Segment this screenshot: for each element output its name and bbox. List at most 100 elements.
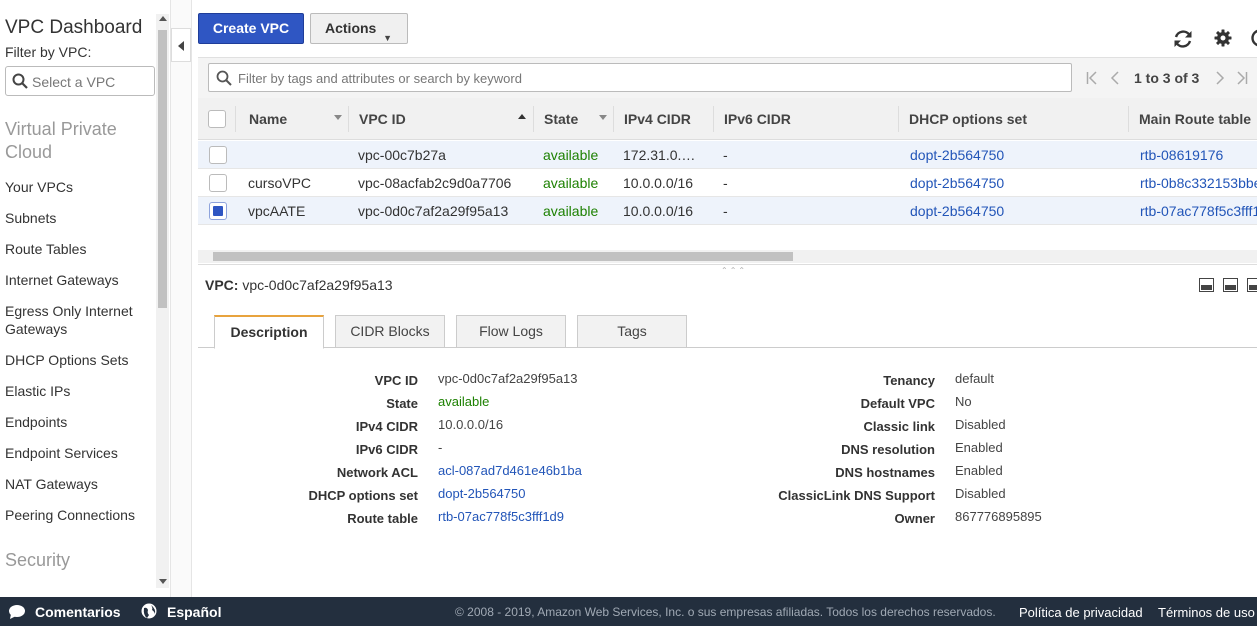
layout-bottom-panel-icon[interactable] [1199, 278, 1214, 292]
tab-cidr-blocks[interactable]: CIDR Blocks [335, 315, 445, 348]
row-checkbox[interactable] [209, 146, 227, 164]
column-header-ipv6-cidr[interactable]: IPv6 CIDR [724, 111, 791, 127]
detail-header: VPC: vpc-0d0c7af2a29f95a13 [205, 277, 393, 293]
column-header-main-route-table[interactable]: Main Route table [1139, 111, 1251, 127]
refresh-icon[interactable] [1172, 28, 1194, 50]
column-header-vpc-id[interactable]: VPC ID [359, 111, 406, 127]
cell-ipv6-cidr: - [723, 147, 728, 163]
layout-full-panel-icon[interactable] [1247, 278, 1257, 292]
vpc-filter-select[interactable]: Select a VPC [5, 66, 155, 96]
help-icon[interactable] [1251, 28, 1257, 48]
table-row[interactable]: cursoVPC vpc-08acfab2c9d0a7706 available… [198, 169, 1257, 197]
column-header-ipv4-cidr[interactable]: IPv4 CIDR [624, 111, 691, 127]
sidebar-title[interactable]: VPC Dashboard [5, 17, 142, 39]
value-vpc-id: vpc-0d0c7af2a29f95a13 [438, 371, 578, 386]
network-acl-link[interactable]: acl-087ad7d461e46b1ba [438, 463, 582, 478]
cell-route-table-link[interactable]: rtb-0b8c332153bbe [1140, 175, 1257, 191]
cell-route-table-link[interactable]: rtb-08619176 [1140, 147, 1223, 163]
panel-splitter[interactable] [198, 264, 1257, 265]
label-dhcp-options-set: DHCP options set [308, 488, 418, 503]
select-all-checkbox[interactable] [208, 110, 226, 128]
column-divider [713, 106, 714, 132]
first-page-icon[interactable] [1086, 71, 1098, 85]
sort-ascending-icon[interactable] [518, 114, 526, 119]
column-header-state[interactable]: State [544, 111, 578, 127]
feedback-link[interactable]: Comentarios [35, 604, 121, 620]
search-input[interactable]: Filter by tags and attributes or search … [208, 63, 1072, 92]
last-page-icon[interactable] [1236, 71, 1248, 85]
label-dns-hostnames: DNS hostnames [835, 465, 935, 480]
label-ipv6-cidr: IPv6 CIDR [355, 442, 418, 457]
filter-bar: Filter by tags and attributes or search … [198, 57, 1257, 98]
gear-icon[interactable] [1214, 29, 1232, 47]
sidebar-item-elastic-ips[interactable]: Elastic IPs [5, 382, 153, 400]
previous-page-icon[interactable] [1110, 71, 1119, 85]
sort-caret-icon[interactable] [599, 115, 607, 120]
sidebar-item-your-vpcs[interactable]: Your VPCs [5, 178, 153, 196]
cell-ipv4-cidr: 10.0.0.0/16 [623, 203, 694, 219]
sidebar-scrollbar[interactable] [156, 14, 169, 588]
drag-handle-icon[interactable]: ⌃⌃⌃ [721, 266, 747, 275]
label-vpc-id: VPC ID [374, 373, 418, 388]
cell-dhcp-options-link[interactable]: dopt-2b564750 [910, 203, 1004, 219]
vpc-console: VPC Dashboard Filter by VPC: Select a VP… [0, 0, 1257, 626]
filter-by-vpc-label: Filter by VPC: [5, 44, 92, 60]
layout-split-panel-icon[interactable] [1223, 278, 1238, 292]
row-checkbox-checked[interactable] [209, 202, 227, 220]
scrollbar-thumb[interactable] [158, 30, 167, 308]
actions-label: Actions [325, 20, 377, 36]
next-page-icon[interactable] [1216, 71, 1225, 85]
globe-icon [141, 603, 157, 619]
sidebar-item-internet-gateways[interactable]: Internet Gateways [5, 271, 153, 289]
value-ipv6-cidr: - [438, 440, 443, 455]
cell-vpc-id: vpc-08acfab2c9d0a7706 [358, 175, 512, 191]
table-header: Name VPC ID State IPv4 CIDR IPv6 CIDR DH… [198, 98, 1257, 140]
dhcp-options-set-link[interactable]: dopt-2b564750 [438, 486, 525, 501]
collapse-sidebar-button[interactable] [171, 28, 191, 62]
search-icon [12, 73, 28, 89]
sidebar-item-subnets[interactable]: Subnets [5, 209, 153, 227]
scroll-down-arrow-icon[interactable] [159, 579, 167, 584]
label-default-vpc: Default VPC [860, 396, 935, 411]
sidebar-item-nat-gateways[interactable]: NAT Gateways [5, 475, 153, 493]
privacy-policy-link[interactable]: Política de privacidad [1019, 605, 1143, 620]
sidebar-collapse-strip [170, 0, 192, 597]
chevron-down-icon: ▼ [383, 33, 392, 43]
language-selector[interactable]: Español [167, 604, 221, 620]
table-row-selected[interactable]: vpcAATE vpc-0d0c7af2a29f95a13 available … [198, 197, 1257, 225]
sidebar-item-peering-connections[interactable]: Peering Connections [5, 506, 153, 524]
column-divider [613, 106, 614, 132]
sort-caret-icon[interactable] [334, 115, 342, 120]
cell-ipv6-cidr: - [723, 175, 728, 191]
sidebar-item-endpoint-services[interactable]: Endpoint Services [5, 444, 153, 462]
value-state: available [438, 394, 490, 409]
actions-dropdown-button[interactable]: Actions ▼ [310, 13, 408, 44]
tab-tags[interactable]: Tags [577, 315, 687, 348]
column-header-dhcp-options-set[interactable]: DHCP options set [909, 111, 1027, 127]
cell-dhcp-options-link[interactable]: dopt-2b564750 [910, 147, 1004, 163]
scroll-up-arrow-icon[interactable] [159, 16, 167, 21]
column-header-name[interactable]: Name [249, 111, 287, 127]
value-classiclink-dns-support: Disabled [955, 486, 1006, 501]
sidebar-item-dhcp-options-sets[interactable]: DHCP Options Sets [5, 351, 153, 369]
table-row[interactable]: vpc-00c7b27a available 172.31.0.… - dopt… [198, 141, 1257, 169]
section-virtual-private-cloud: Virtual Private Cloud [5, 119, 117, 162]
tab-description[interactable]: Description [214, 315, 324, 349]
cell-ipv6-cidr: - [723, 203, 728, 219]
create-vpc-button[interactable]: Create VPC [198, 13, 304, 44]
cell-route-table-link[interactable]: rtb-07ac778f5c3fff1 [1140, 203, 1257, 219]
sidebar-item-route-tables[interactable]: Route Tables [5, 240, 153, 258]
route-table-link[interactable]: rtb-07ac778f5c3fff1d9 [438, 509, 564, 524]
sidebar-item-endpoints[interactable]: Endpoints [5, 413, 153, 431]
terms-of-use-link[interactable]: Términos de uso [1158, 605, 1255, 620]
copyright-text: © 2008 - 2019, Amazon Web Services, Inc.… [455, 605, 996, 619]
cell-dhcp-options-link[interactable]: dopt-2b564750 [910, 175, 1004, 191]
table-horizontal-scrollbar[interactable] [198, 250, 1257, 263]
tab-flow-logs[interactable]: Flow Logs [456, 315, 566, 348]
row-checkbox[interactable] [209, 174, 227, 192]
search-placeholder: Filter by tags and attributes or search … [238, 71, 522, 86]
cell-vpc-id: vpc-0d0c7af2a29f95a13 [358, 203, 509, 219]
label-route-table: Route table [347, 511, 418, 526]
scrollbar-thumb[interactable] [213, 252, 793, 261]
sidebar-item-egress-only-internet-gateways[interactable]: Egress Only Internet Gateways [5, 302, 153, 338]
